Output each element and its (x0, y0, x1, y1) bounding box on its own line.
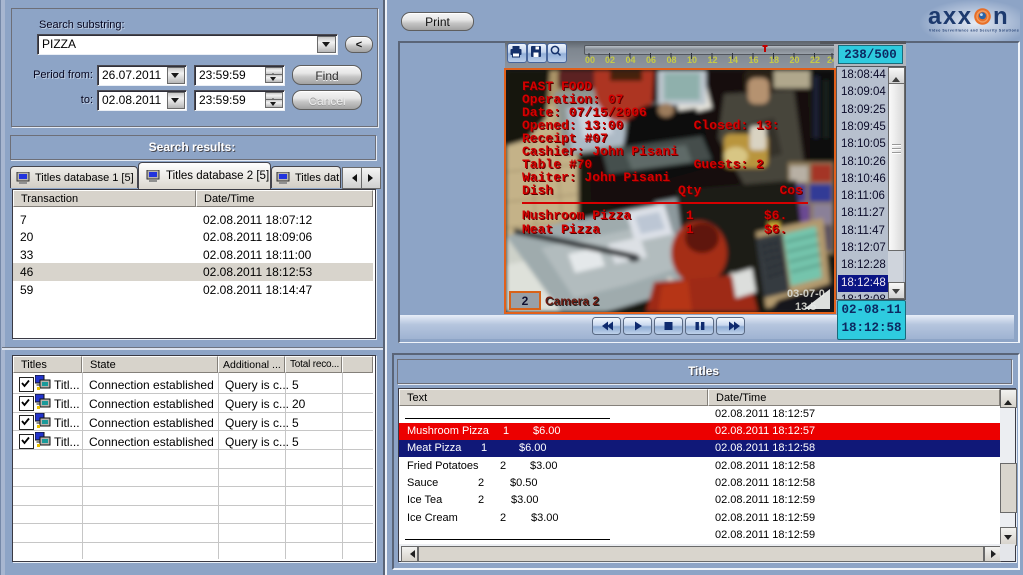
svg-text:Camera 2: Camera 2 (545, 294, 599, 308)
svg-text:06: 06 (646, 55, 656, 65)
svg-text:Mushroom Pizza 1: Mushroom Pizza 1 $6. (522, 208, 787, 223)
svg-text:22: 22 (810, 55, 820, 65)
svg-text:2: 2 (522, 294, 529, 308)
svg-text:12: 12 (707, 55, 717, 65)
svg-text:14: 14 (728, 55, 738, 65)
svg-text:Meat Pizza 1: Meat Pizza 1 $6. (522, 222, 787, 237)
svg-text:Video Surveillance and Secu: Video Surveillance and Security Solution… (929, 29, 1019, 33)
svg-text:04: 04 (625, 55, 635, 65)
svg-text:20: 20 (789, 55, 799, 65)
svg-text:00: 00 (585, 55, 595, 65)
svg-text:16: 16 (748, 55, 758, 65)
svg-text:08: 08 (666, 55, 676, 65)
svg-text:Dish Qty: Dish Qty Cos (522, 183, 803, 198)
svg-text:02: 02 (605, 55, 615, 65)
svg-text:10: 10 (687, 55, 697, 65)
svg-text:18: 18 (769, 55, 779, 65)
svg-text:n: n (993, 3, 1008, 30)
svg-text:axx: axx (928, 3, 973, 30)
